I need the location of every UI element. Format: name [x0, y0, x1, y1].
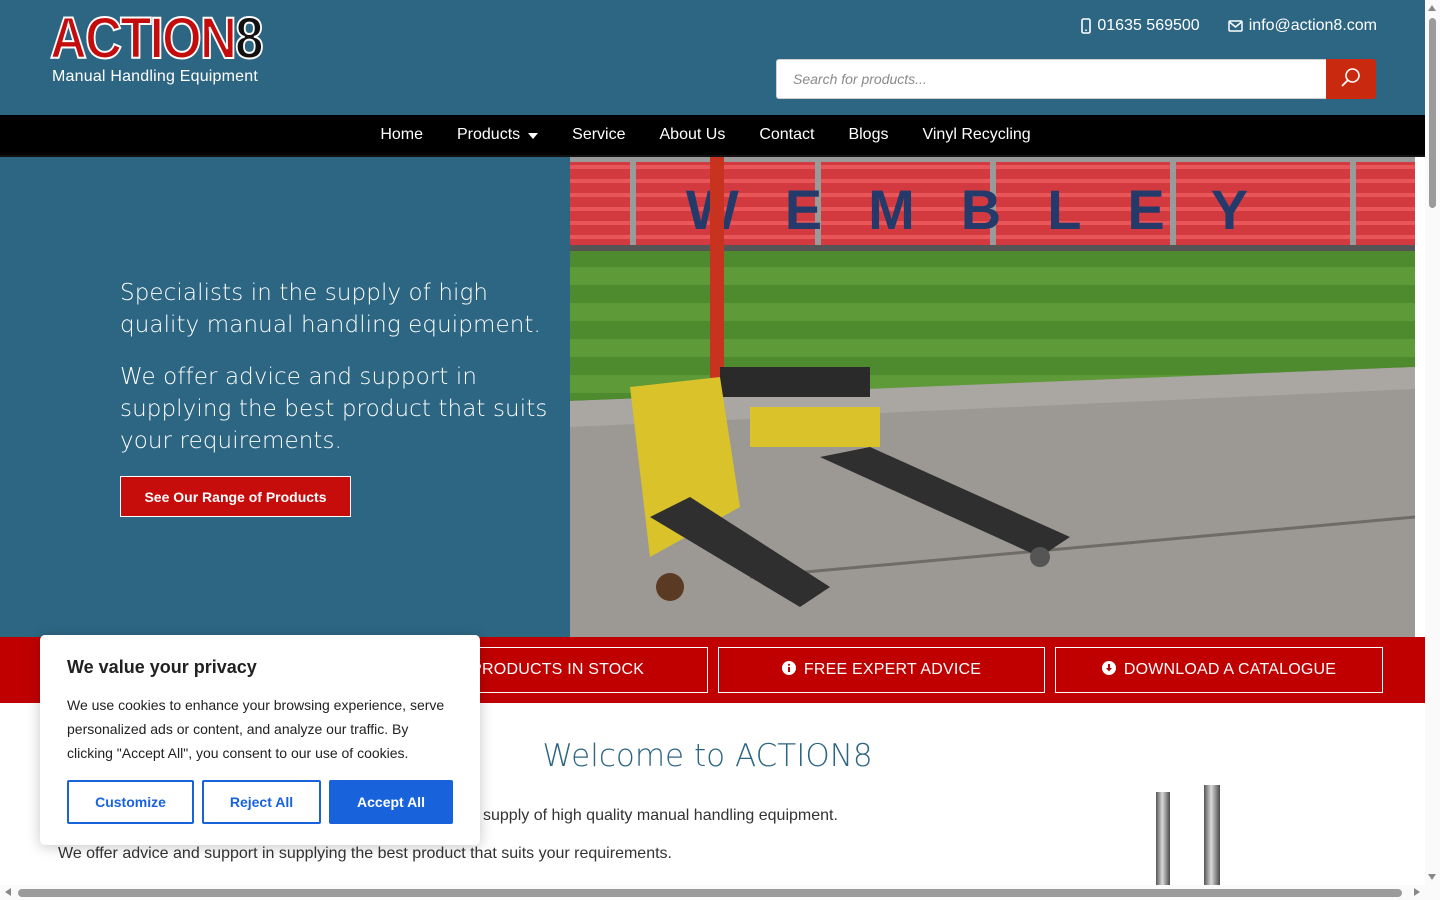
main-nav: Home Products Service About Us Contact B…	[0, 115, 1425, 155]
scroll-down-arrow-icon[interactable]	[1428, 874, 1436, 880]
nav-about-label: About Us	[659, 126, 726, 143]
logo-tagline: Manual Handling Equipment	[52, 68, 259, 85]
cookie-actions: Customize Reject All Accept All	[67, 780, 453, 824]
intro-paragraph: supply of high quality manual handling e…	[483, 807, 838, 824]
advice-paragraph: We offer advice and support in supplying…	[58, 845, 672, 862]
stadium-seat-lettering: WEMBLEY	[686, 178, 1294, 241]
scroll-left-arrow-icon[interactable]	[5, 888, 11, 896]
logo[interactable]: ACTION8	[49, 7, 264, 71]
hero-text: Specialists in the supply of high qualit…	[120, 277, 560, 477]
free-advice-button[interactable]: FREE EXPERT ADVICE	[718, 647, 1045, 693]
contact-row: 01635 569500 info@action8.com	[1081, 17, 1377, 35]
download-circle-icon	[1101, 660, 1116, 680]
nav-vinyl-recycling[interactable]: Vinyl Recycling	[905, 115, 1047, 155]
cookie-consent-banner: We value your privacy We use cookies to …	[40, 635, 480, 845]
nav-about[interactable]: About Us	[643, 115, 743, 155]
scroll-up-arrow-icon[interactable]	[1428, 5, 1436, 11]
search-button[interactable]	[1326, 59, 1376, 99]
nav-blogs-label: Blogs	[848, 126, 889, 143]
info-circle-icon	[781, 660, 796, 680]
hero-panel: Specialists in the supply of high qualit…	[0, 157, 570, 637]
stadium-pallet-truck-illustration: WEMBLEY	[570, 157, 1415, 637]
vertical-scroll-thumb[interactable]	[1429, 18, 1436, 208]
search-input[interactable]	[776, 59, 1326, 99]
horizontal-scroll-thumb[interactable]	[18, 889, 1402, 897]
phone-number: 01635 569500	[1097, 17, 1200, 34]
cookie-title: We value your privacy	[67, 657, 257, 677]
customize-button[interactable]: Customize	[67, 780, 194, 824]
scroll-right-arrow-icon[interactable]	[1414, 888, 1420, 896]
cookie-body: We use cookies to enhance your browsing …	[67, 697, 445, 761]
nav-blogs[interactable]: Blogs	[831, 115, 905, 155]
download-catalogue-button[interactable]: DOWNLOAD A CATALOGUE	[1055, 647, 1383, 693]
welcome-heading-text: Welcome to ACTION8	[542, 738, 873, 774]
advice-label: FREE EXPERT ADVICE	[803, 661, 982, 678]
phone-link[interactable]: 01635 569500	[1081, 17, 1200, 35]
catalogue-label: DOWNLOAD A CATALOGUE	[1123, 661, 1337, 678]
product-search	[776, 59, 1376, 99]
site-header: ACTION8 Manual Handling Equipment 01635 …	[0, 0, 1425, 115]
caret-down-icon	[528, 126, 539, 144]
envelope-icon	[1227, 20, 1243, 32]
hero-line-1: Specialists in the supply of high qualit…	[120, 280, 541, 338]
email-address: info@action8.com	[1248, 17, 1377, 34]
mobile-phone-icon	[1081, 18, 1092, 34]
nav-contact-label: Contact	[759, 126, 815, 143]
nav-products-label: Products	[457, 126, 521, 143]
hero-line-2: We offer advice and support in supplying…	[120, 364, 548, 454]
nav-vinyl-label: Vinyl Recycling	[922, 126, 1031, 143]
accept-all-button[interactable]: Accept All	[329, 780, 453, 824]
see-range-button[interactable]: See Our Range of Products	[120, 476, 351, 517]
vertical-scrollbar[interactable]	[1425, 0, 1440, 900]
nav-home[interactable]: Home	[363, 115, 440, 155]
search-icon	[1341, 67, 1361, 92]
email-link[interactable]: info@action8.com	[1227, 17, 1377, 35]
nav-products[interactable]: Products	[440, 115, 555, 155]
horizontal-scrollbar[interactable]	[0, 885, 1425, 900]
nav-service-label: Service	[572, 126, 626, 143]
nav-home-label: Home	[380, 126, 423, 143]
nav-contact[interactable]: Contact	[742, 115, 831, 155]
product-image	[1150, 780, 1230, 888]
reject-all-button[interactable]: Reject All	[202, 780, 321, 824]
hero-image: WEMBLEY	[570, 157, 1415, 637]
nav-service[interactable]: Service	[555, 115, 642, 155]
